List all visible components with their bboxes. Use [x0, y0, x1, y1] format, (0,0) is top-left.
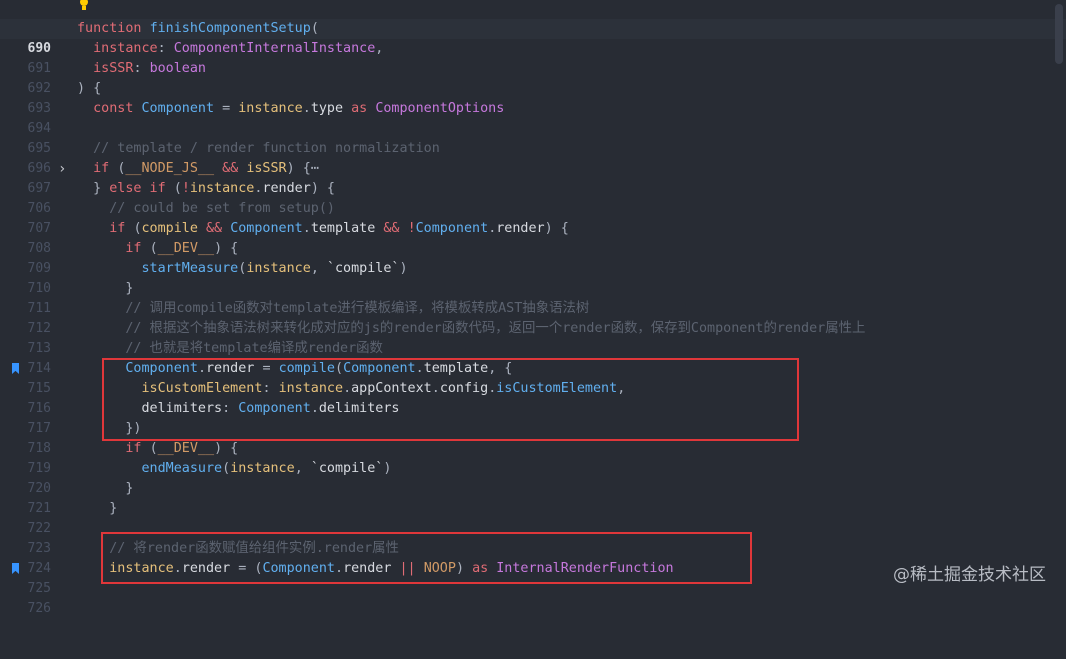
vertical-scrollbar[interactable]	[1052, 0, 1066, 603]
code-line[interactable]: 722 }	[0, 499, 1066, 536]
code-text: isSSR: boolean	[93, 61, 206, 76]
code-text: } else if (!instance.render) {	[93, 181, 335, 196]
code-text: if (__NODE_JS__ && isSSR) {⋯	[93, 161, 319, 176]
code-text: if (__DEV__) {	[125, 241, 239, 256]
code-text: endMeasure(instance, `compile`)	[141, 461, 392, 476]
code-comment: // template / render function normalizat…	[77, 141, 440, 156]
code-text: }	[125, 481, 134, 496]
code-line[interactable]: 697 › if (__NODE_JS__ && isSSR) {⋯	[0, 159, 1066, 196]
code-text: }	[109, 501, 118, 516]
highlight-box-compile	[102, 358, 799, 441]
code-comment: // 也就是将template编译成render函数	[77, 341, 383, 356]
code-line[interactable]: 719 if (__DEV__) {	[0, 439, 1066, 476]
code-line[interactable]: 696 // template / render function normal…	[0, 139, 1066, 176]
code-text: if (compile && Component.template && !Co…	[109, 221, 569, 236]
scrollbar-thumb[interactable]	[1055, 4, 1063, 64]
code-text: startMeasure(instance, `compile`)	[141, 261, 408, 276]
code-line[interactable]: 710 startMeasure(instance, `compile`)	[0, 259, 1066, 296]
code-text: function finishComponentSetup(	[77, 21, 319, 36]
code-line[interactable]: 712 // 调用compile函数对template进行模板编译，将模板转成A…	[0, 299, 1066, 336]
code-editor[interactable]: 689 690 function finishComponentSetup( 6…	[0, 0, 1066, 616]
code-text: if (__DEV__) {	[125, 441, 239, 456]
code-line[interactable]: 689	[0, 0, 1066, 36]
code-text: ) {	[77, 81, 102, 96]
code-line[interactable]: 707 // could be set from setup()	[0, 199, 1066, 236]
bookmark-icon[interactable]	[12, 563, 19, 574]
code-text: const Component = instance.type as Compo…	[93, 101, 505, 116]
line-number: 726	[27, 601, 51, 616]
code-line[interactable]: 694 const Component = instance.type as C…	[0, 99, 1066, 136]
code-text: }	[125, 281, 134, 296]
fold-chevron-icon[interactable]: ›	[58, 159, 66, 179]
lightbulb-icon[interactable]	[78, 0, 90, 12]
code-comment: // 根据这个抽象语法树来转化成对应的js的render函数代码，返回一个ren…	[77, 321, 866, 336]
code-line-current[interactable]: 690 function finishComponentSetup(	[0, 19, 1066, 56]
code-line[interactable]: 720 endMeasure(instance, `compile`)	[0, 459, 1066, 496]
code-line[interactable]: 708 if (compile && Component.template &&…	[0, 219, 1066, 256]
highlight-box-render-assign	[101, 532, 752, 584]
code-line[interactable]: 706 } else if (!instance.render) {	[0, 179, 1066, 216]
code-line[interactable]: 721 }	[0, 479, 1066, 516]
code-line[interactable]: 691 instance: ComponentInternalInstance,	[0, 39, 1066, 76]
code-line[interactable]: 713 // 根据这个抽象语法树来转化成对应的js的render函数代码，返回一…	[0, 319, 1066, 356]
watermark: @稀土掘金技术社区	[893, 565, 1046, 585]
code-text: instance: ComponentInternalInstance,	[93, 41, 384, 56]
code-comment: // 调用compile函数对template进行模板编译，将模板转成AST抽象…	[77, 301, 590, 316]
code-line[interactable]: 693 ) {	[0, 79, 1066, 116]
bookmark-icon[interactable]	[12, 363, 19, 374]
code-line[interactable]: 711 }	[0, 279, 1066, 316]
code-line[interactable]: 695	[0, 119, 1066, 156]
code-line[interactable]: 714 // 也就是将template编译成render函数	[0, 339, 1066, 376]
code-comment: // could be set from setup()	[77, 201, 335, 216]
code-line[interactable]: 709 if (__DEV__) {	[0, 239, 1066, 276]
code-line[interactable]: 692 isSSR: boolean	[0, 59, 1066, 96]
